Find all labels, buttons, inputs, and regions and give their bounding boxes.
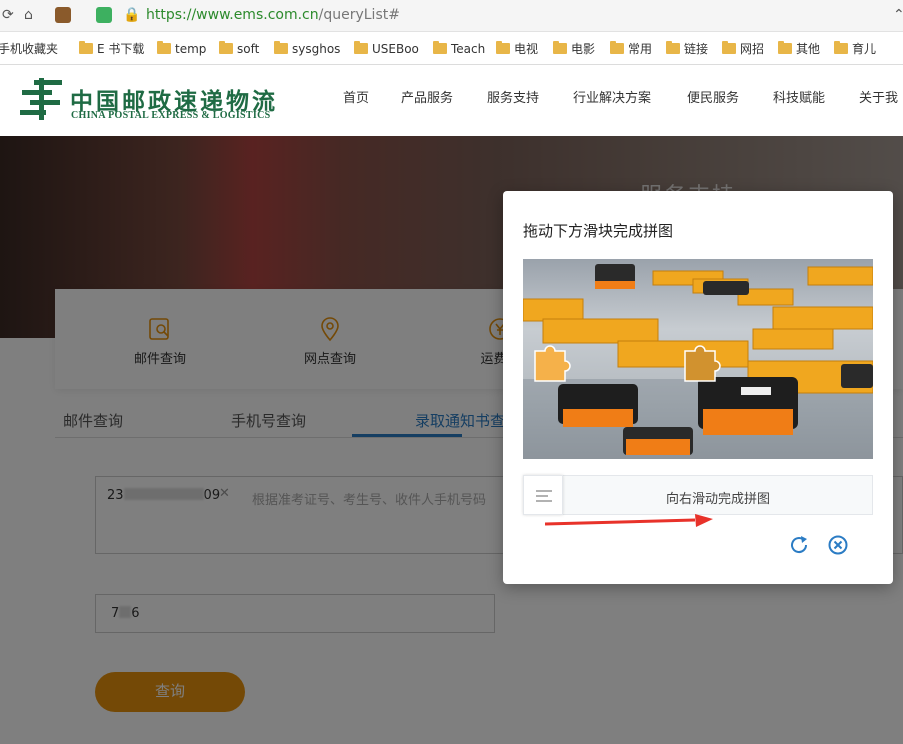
shield-extension-icon[interactable] (96, 7, 112, 23)
menu-item-convenience[interactable]: 便民服务 (687, 90, 739, 108)
bookmark-item[interactable]: USEBoo (354, 41, 419, 57)
folder-icon (722, 41, 736, 54)
puzzle-image (523, 259, 873, 459)
folder-icon (834, 41, 848, 54)
warehouse-robots-picture (523, 264, 873, 459)
menu-item-technology[interactable]: 科技赋能 (773, 90, 825, 108)
folder-icon (666, 41, 680, 54)
bookmark-item[interactable]: 电视 (496, 41, 538, 57)
close-circle-icon[interactable] (827, 534, 849, 556)
pin-icon[interactable]: ⌃ (893, 6, 903, 24)
bookmark-item[interactable]: temp (157, 41, 206, 57)
slider-hint: 向右滑动完成拼图 (665, 492, 770, 507)
china-post-logo-icon[interactable] (20, 78, 64, 120)
folder-icon (354, 41, 368, 54)
slider-handle[interactable] (523, 475, 563, 515)
folder-icon (219, 41, 233, 54)
url-text[interactable]: https://www.ems.com.cn/queryList# (146, 6, 400, 24)
reload-icon[interactable]: ⟳ (2, 6, 14, 24)
bookmark-item[interactable]: 其他 (778, 41, 820, 57)
bookmark-item[interactable]: sysghos (274, 41, 340, 57)
menu-item-home[interactable]: 首页 (343, 90, 369, 108)
address-bar: ⟳ ⌂ 🔒 https://www.ems.com.cn/queryList# … (0, 0, 903, 32)
refresh-icon[interactable] (788, 534, 810, 556)
folder-icon (433, 41, 447, 54)
menu-item-about[interactable]: 关于我 (859, 90, 898, 108)
menu-item-support[interactable]: 服务支持 (487, 90, 539, 108)
folder-icon (496, 41, 510, 54)
briefcase-icon[interactable] (55, 7, 71, 23)
bookmark-item[interactable]: 常用 (610, 41, 652, 57)
bookmark-item[interactable]: 网招 (722, 41, 764, 57)
bookmark-item[interactable]: 育儿 (834, 41, 876, 57)
folder-icon (778, 41, 792, 54)
bookmarks-bar: 手机收藏夹 E 书下载 temp soft sysghos USEBoo Tea… (0, 33, 903, 65)
home-icon[interactable]: ⌂ (24, 6, 33, 24)
bookmark-item[interactable]: E 书下载 (79, 41, 144, 57)
captcha-title: 拖动下方滑块完成拼图 (523, 222, 674, 240)
folder-icon (157, 41, 171, 54)
folder-icon (553, 41, 567, 54)
logo-english-name: CHINA POSTAL EXPRESS & LOGISTICS (71, 110, 271, 121)
bookmark-item[interactable]: 链接 (666, 41, 708, 57)
bookmark-item[interactable]: 手机收藏夹 (0, 41, 58, 57)
folder-icon (610, 41, 624, 54)
lock-icon: 🔒 (123, 7, 141, 23)
menu-item-products[interactable]: 产品服务 (401, 90, 453, 108)
folder-icon (274, 41, 288, 54)
folder-icon (79, 41, 93, 54)
bookmark-item[interactable]: Teach (433, 41, 485, 57)
bookmark-item[interactable]: soft (219, 41, 259, 57)
red-arrow-annotation (545, 514, 713, 527)
bookmark-item[interactable]: 电影 (553, 41, 595, 57)
menu-item-solutions[interactable]: 行业解决方案 (573, 90, 651, 108)
drag-lines-icon (536, 490, 552, 502)
